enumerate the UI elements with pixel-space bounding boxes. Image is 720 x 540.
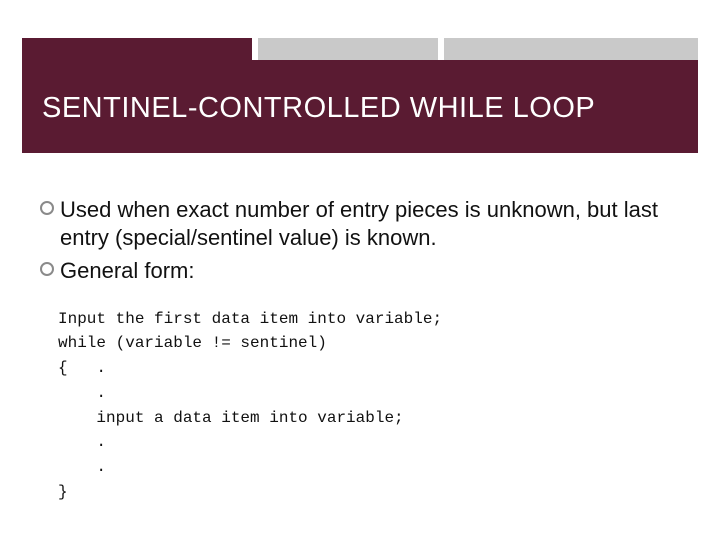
slide: SENTINEL-CONTROLLED WHILE LOOP Used when… [0, 0, 720, 540]
circle-bullet-icon [40, 201, 54, 215]
accent-segment-gray [444, 38, 698, 60]
code-line: . [58, 455, 680, 480]
code-line: . [58, 430, 680, 455]
code-line: while (variable != sentinel) [58, 331, 680, 356]
code-block: Input the first data item into variable;… [58, 307, 680, 505]
code-line: { . [58, 356, 680, 381]
accent-segment-dark [22, 38, 252, 60]
circle-bullet-icon [40, 262, 54, 276]
code-line: . [58, 381, 680, 406]
bullet-text: Used when exact number of entry pieces i… [60, 196, 680, 251]
accent-segment-gray [258, 38, 438, 60]
slide-body: Used when exact number of entry pieces i… [40, 196, 680, 505]
title-block: SENTINEL-CONTROLLED WHILE LOOP [22, 60, 698, 153]
bullet-item: Used when exact number of entry pieces i… [40, 196, 680, 251]
code-line: Input the first data item into variable; [58, 307, 680, 332]
top-accent-bar [22, 38, 698, 60]
bullet-text: General form: [60, 257, 195, 285]
slide-title: SENTINEL-CONTROLLED WHILE LOOP [42, 92, 678, 125]
code-line: } [58, 480, 680, 505]
bullet-item: General form: [40, 257, 680, 285]
code-line: input a data item into variable; [58, 406, 680, 431]
